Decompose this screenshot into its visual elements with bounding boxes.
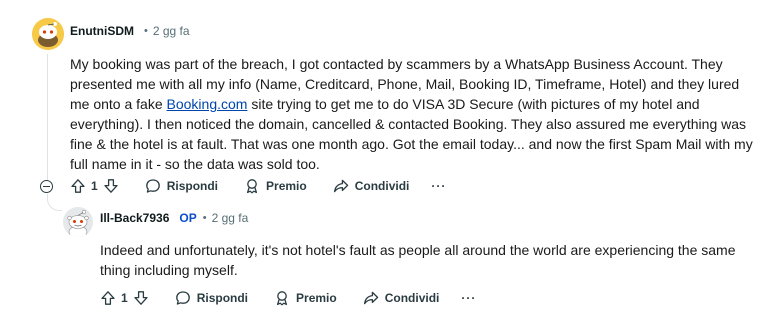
more-options-button[interactable]: ··· [431, 179, 446, 193]
timestamp[interactable]: 2 gg fa [212, 211, 249, 225]
award-label: Premio [296, 291, 337, 305]
vote-count: 1 [121, 291, 128, 305]
snoo-avatar-icon [63, 207, 93, 237]
timestamp[interactable]: 2 gg fa [153, 24, 190, 38]
vote-controls: 1 [70, 178, 119, 194]
share-button[interactable]: Condividi [333, 178, 410, 194]
share-label: Condividi [354, 179, 410, 193]
upvote-arrow-up-icon[interactable] [100, 290, 116, 306]
comment-body: My booking was part of the breach, I got… [70, 54, 760, 174]
award-ribbon-icon [246, 179, 258, 194]
vote-controls: 1 [100, 290, 149, 306]
speech-bubble-icon [145, 179, 160, 193]
award-ribbon-icon [276, 291, 288, 306]
comment-body: Indeed and unfortunately, it's not hotel… [100, 242, 736, 278]
separator-dot: • [144, 25, 148, 37]
avatar[interactable] [63, 207, 93, 237]
upvote-arrow-up-icon[interactable] [70, 178, 86, 194]
award-button[interactable]: Premio [274, 290, 337, 306]
vote-count: 1 [91, 179, 98, 193]
booking-link[interactable]: Booking.com [167, 96, 248, 112]
award-label: Premio [266, 179, 307, 193]
more-options-button[interactable]: ··· [461, 291, 476, 305]
reply-label: Rispondi [196, 291, 249, 305]
comment-thread: EnutniSDM • 2 gg fa My booking was part … [0, 0, 767, 327]
share-button[interactable]: Condividi [363, 290, 440, 306]
share-arrow-icon [363, 291, 378, 305]
speech-bubble-icon [175, 291, 190, 305]
snoo-avatar-icon [32, 18, 64, 50]
comment-actions: 1 Rispondi Premio Condividi ··· [70, 178, 446, 194]
downvote-arrow-down-icon[interactable] [103, 178, 119, 194]
comment-actions: 1 Rispondi Premio Condividi ··· [100, 290, 476, 306]
avatar[interactable] [32, 18, 64, 50]
thread-connector [47, 194, 62, 211]
share-arrow-icon [333, 179, 348, 193]
author-name[interactable]: EnutniSDM [70, 24, 134, 38]
award-button[interactable]: Premio [244, 178, 307, 194]
minus-icon [43, 185, 50, 188]
comment-meta: Ill-Back7936 OP • 2 gg fa [100, 211, 248, 225]
collapse-thread-button[interactable] [40, 180, 53, 193]
reply-label: Rispondi [166, 179, 219, 193]
reply-button[interactable]: Rispondi [145, 178, 218, 194]
author-name[interactable]: Ill-Back7936 [100, 211, 169, 225]
reply-button[interactable]: Rispondi [175, 290, 248, 306]
op-badge: OP [179, 211, 197, 225]
downvote-arrow-down-icon[interactable] [133, 290, 149, 306]
comment-meta: EnutniSDM • 2 gg fa [70, 24, 190, 38]
separator-dot: • [202, 212, 207, 224]
thread-line[interactable] [47, 54, 48, 180]
share-label: Condividi [384, 291, 440, 305]
